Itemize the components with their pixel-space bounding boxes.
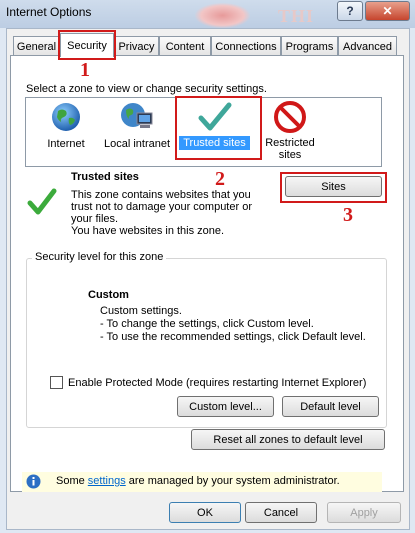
zone-desc-line: You have websites in this zone. [71, 225, 225, 237]
zone-label-restricted-sites: Restricted sites [265, 137, 315, 161]
sites-button[interactable]: Sites [285, 176, 382, 197]
settings-link[interactable]: settings [88, 475, 126, 487]
reset-all-zones-button[interactable]: Reset all zones to default level [191, 429, 385, 450]
protected-mode-row[interactable]: Enable Protected Mode (requires restarti… [50, 376, 366, 389]
zone-info-title: Trusted sites [71, 171, 139, 183]
no-entry-icon [274, 101, 306, 133]
help-button[interactable]: ? [337, 1, 363, 21]
tab-general[interactable]: General [13, 36, 60, 56]
security-desc-line: Custom settings. [100, 305, 182, 317]
tab-programs[interactable]: Programs [281, 36, 338, 56]
zone-prompt: Select a zone to view or change security… [26, 83, 267, 95]
trusted-sites-check-icon [27, 188, 57, 215]
tab-content[interactable]: Content [159, 36, 211, 56]
managed-settings-text: Some settings are managed by your system… [56, 475, 340, 487]
window-title: Internet Options [6, 5, 92, 19]
info-suffix: are managed by your system administrator… [125, 475, 340, 487]
security-desc-line: - To use the recommended settings, click… [100, 331, 366, 343]
cancel-button[interactable]: Cancel [245, 502, 317, 523]
default-level-button[interactable]: Default level [282, 396, 379, 417]
security-level-description: Custom settings. - To change the setting… [100, 305, 366, 344]
zone-local-intranet[interactable]: Local intranet [100, 100, 174, 150]
globe-icon [52, 103, 80, 131]
protected-mode-checkbox[interactable] [50, 376, 63, 389]
tab-advanced[interactable]: Advanced [338, 36, 397, 56]
zone-label-local-intranet: Local intranet [103, 138, 171, 150]
watermark-logo [195, 3, 250, 28]
zone-label-internet: Internet [47, 138, 85, 150]
security-desc-line: - To change the settings, click Custom l… [100, 318, 314, 330]
security-level-title: Custom [88, 289, 129, 301]
security-level-label: Security level for this zone [32, 251, 167, 263]
network-computer-icon [121, 103, 153, 128]
custom-level-button[interactable]: Custom level... [177, 396, 274, 417]
tab-privacy[interactable]: Privacy [114, 36, 159, 56]
annotation-box-trusted-sites [175, 96, 262, 160]
zone-desc-line: trust not to damage your computer or [71, 201, 252, 213]
ok-button[interactable]: OK [169, 502, 241, 523]
annotation-box-security-tab [58, 30, 116, 60]
zone-internet[interactable]: Internet [44, 100, 88, 150]
apply-button[interactable]: Apply [327, 502, 401, 523]
zone-desc-line: your files. [71, 213, 119, 225]
protected-mode-label: Enable Protected Mode (requires restarti… [68, 376, 367, 389]
close-button[interactable]: ✕ [365, 1, 410, 21]
info-prefix: Some [56, 475, 88, 487]
zone-info-description: This zone contains websites that you tru… [71, 189, 252, 237]
zone-restricted-sites[interactable]: Restricted sites [262, 100, 318, 161]
watermark-text: THI [278, 6, 315, 26]
info-icon [26, 474, 41, 489]
tab-connections[interactable]: Connections [211, 36, 281, 56]
annotation-number-2: 2 [215, 168, 225, 190]
annotation-number-1: 1 [80, 59, 90, 81]
annotation-number-3: 3 [343, 204, 353, 226]
